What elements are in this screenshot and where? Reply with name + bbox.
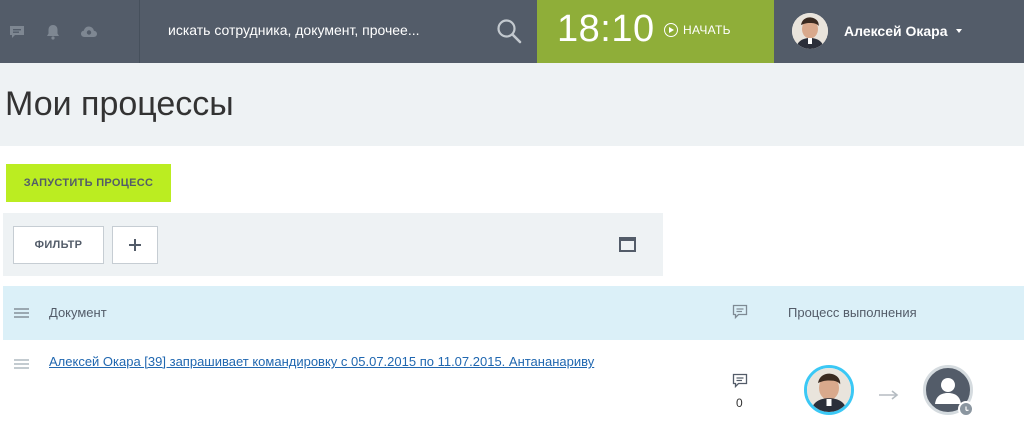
arrow-right-icon <box>879 387 899 400</box>
comment-count: 0 <box>736 396 743 410</box>
cloud-icon[interactable] <box>80 23 98 41</box>
bell-icon[interactable] <box>44 23 62 41</box>
filter-panel: ФИЛЬТР <box>3 213 663 276</box>
title-band: Мои процессы <box>0 63 1024 146</box>
top-bar: искать сотрудника, документ, прочее... 1… <box>0 0 1024 63</box>
work-day-clock[interactable]: 18:10 НАЧАТЬ <box>537 0 774 63</box>
search-icon[interactable] <box>496 18 522 44</box>
window-icon[interactable] <box>619 237 636 252</box>
column-header-document[interactable]: Документ <box>49 305 107 320</box>
start-day-label: НАЧАТЬ <box>683 23 731 37</box>
avatar[interactable] <box>792 13 828 49</box>
row-menu-icon[interactable] <box>14 359 29 369</box>
search-bar[interactable]: искать сотрудника, документ, прочее... <box>140 0 537 63</box>
chat-icon[interactable] <box>8 23 26 41</box>
add-filter-button[interactable] <box>112 226 158 264</box>
clock-time: 18:10 <box>557 8 655 50</box>
table-row: Алексей Окара [39] запрашивает командиро… <box>3 340 1024 441</box>
column-header-process[interactable]: Процесс выполнения <box>788 305 917 320</box>
comment-icon <box>732 304 748 320</box>
filter-button[interactable]: ФИЛЬТР <box>13 226 104 264</box>
search-input[interactable]: искать сотрудника, документ, прочее... <box>168 22 420 38</box>
menu-icon[interactable] <box>14 308 29 318</box>
table-header: Документ Процесс выполнения <box>3 286 1024 340</box>
comment-icon[interactable] <box>732 373 748 389</box>
user-menu[interactable]: Алексей Окара <box>774 0 1024 63</box>
play-icon <box>664 23 678 37</box>
page-title: Мои процессы <box>5 85 234 123</box>
top-icons-group <box>0 0 140 63</box>
clock-icon <box>958 401 974 417</box>
document-link[interactable]: Алексей Окара [39] запрашивает командиро… <box>49 354 594 369</box>
start-day-button[interactable]: НАЧАТЬ <box>664 23 731 37</box>
start-process-button[interactable]: ЗАПУСТИТЬ ПРОЦЕСС <box>6 164 171 202</box>
chevron-down-icon[interactable] <box>956 29 962 33</box>
user-name[interactable]: Алексей Окара <box>844 23 948 39</box>
avatar[interactable] <box>804 365 854 415</box>
